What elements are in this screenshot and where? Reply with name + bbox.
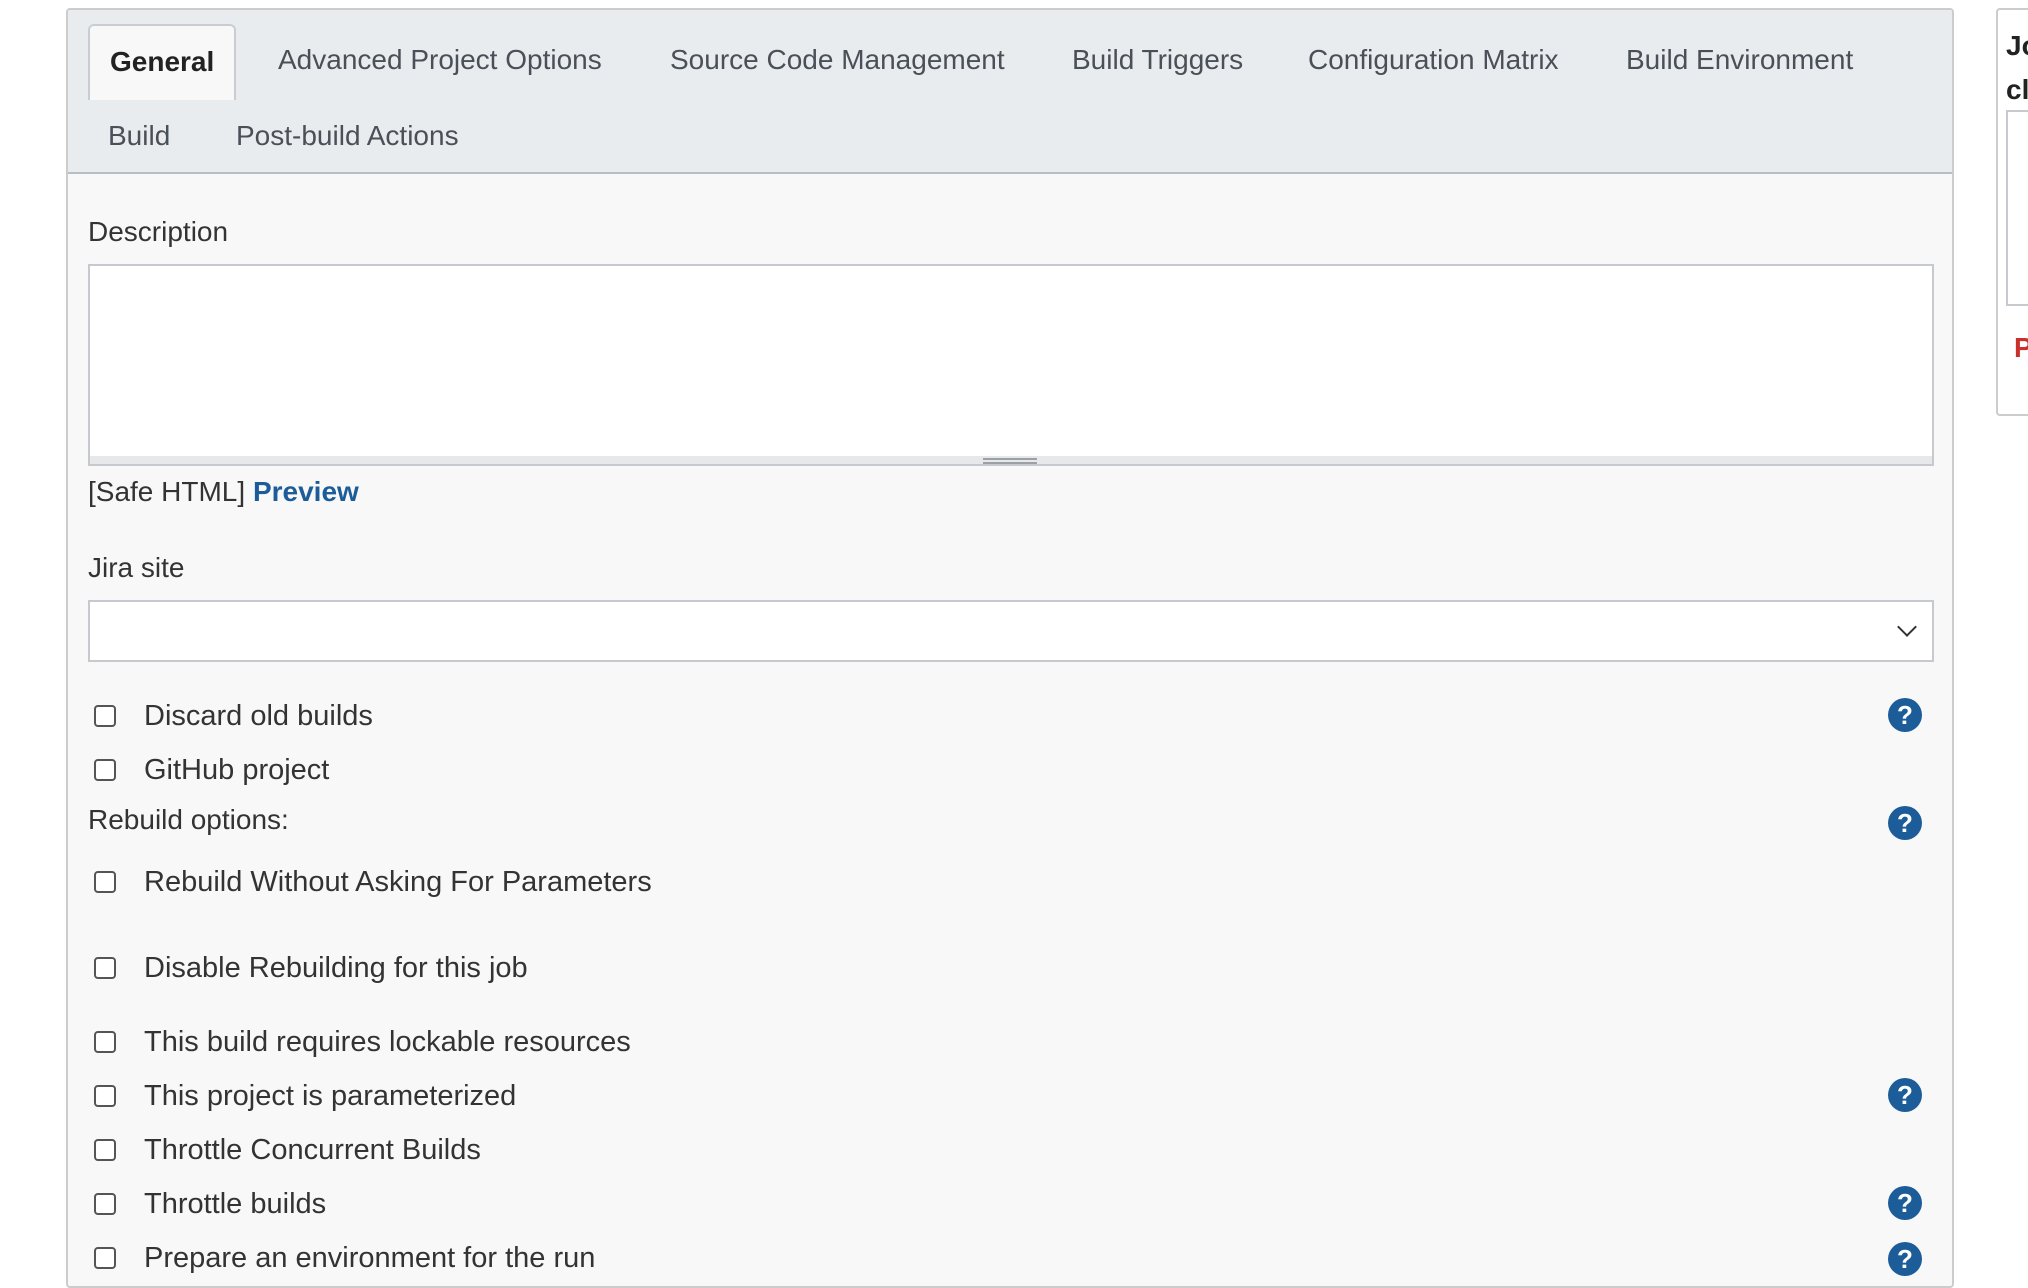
throttle-concurrent-label: Throttle Concurrent Builds	[144, 1133, 481, 1166]
discard-old-builds-checkbox[interactable]	[94, 705, 116, 727]
help-icon[interactable]: ?	[1888, 806, 1922, 840]
throttle-builds-option[interactable]: Throttle builds	[94, 1184, 326, 1224]
tab-post-build-actions[interactable]: Post-build Actions	[216, 100, 479, 172]
tab-advanced-project-options[interactable]: Advanced Project Options	[258, 24, 622, 96]
throttle-concurrent-checkbox[interactable]	[94, 1139, 116, 1161]
side-panel-error-text: P	[2014, 332, 2028, 364]
tab-build-environment[interactable]: Build Environment	[1606, 24, 1873, 96]
help-icon[interactable]: ?	[1888, 1186, 1922, 1220]
textarea-resize-handle[interactable]	[88, 456, 1934, 466]
rebuild-without-asking-label: Rebuild Without Asking For Parameters	[144, 865, 652, 898]
rebuild-without-asking-option[interactable]: Rebuild Without Asking For Parameters	[94, 862, 652, 902]
prepare-environment-checkbox[interactable]	[94, 1247, 116, 1269]
tab-build[interactable]: Build	[88, 100, 190, 172]
help-icon[interactable]: ?	[1888, 1078, 1922, 1112]
config-panel: General Advanced Project Options Source …	[66, 8, 1954, 1288]
parameterized-checkbox[interactable]	[94, 1085, 116, 1107]
safe-html-label: [Safe HTML]	[88, 476, 246, 507]
jira-site-label: Jira site	[88, 552, 185, 583]
prepare-environment-label: Prepare an environment for the run	[144, 1241, 596, 1274]
disable-rebuilding-label: Disable Rebuilding for this job	[144, 951, 528, 984]
chevron-down-icon	[1897, 617, 1917, 637]
lockable-resources-label: This build requires lockable resources	[144, 1025, 631, 1058]
grip-icon	[983, 458, 1037, 464]
discard-old-builds-label: Discard old builds	[144, 699, 373, 732]
help-icon[interactable]: ?	[1888, 1242, 1922, 1276]
throttle-builds-checkbox[interactable]	[94, 1193, 116, 1215]
tab-build-triggers[interactable]: Build Triggers	[1052, 24, 1263, 96]
lockable-resources-option[interactable]: This build requires lockable resources	[94, 1022, 631, 1062]
side-panel-card: Jo cl P	[1996, 8, 2028, 416]
disable-rebuilding-option[interactable]: Disable Rebuilding for this job	[94, 948, 528, 988]
rebuild-options-heading: Rebuild options:	[88, 804, 289, 835]
side-panel-title: Jo cl	[2006, 24, 2028, 112]
disable-rebuilding-checkbox[interactable]	[94, 957, 116, 979]
side-panel-title-line1: Jo	[2006, 30, 2028, 61]
tab-source-code-management[interactable]: Source Code Management	[650, 24, 1025, 96]
jira-site-select[interactable]	[88, 600, 1934, 662]
tab-bar: General Advanced Project Options Source …	[68, 10, 1952, 174]
discard-old-builds-option[interactable]: Discard old builds	[94, 696, 373, 736]
description-label: Description	[88, 216, 229, 247]
description-textarea[interactable]	[88, 264, 1934, 464]
side-panel-textbox[interactable]	[2006, 110, 2028, 306]
preview-link[interactable]: Preview	[253, 476, 359, 507]
tab-general[interactable]: General	[88, 24, 237, 100]
lockable-resources-checkbox[interactable]	[94, 1031, 116, 1053]
github-project-checkbox[interactable]	[94, 759, 116, 781]
throttle-concurrent-option[interactable]: Throttle Concurrent Builds	[94, 1130, 481, 1170]
tab-configuration-matrix[interactable]: Configuration Matrix	[1288, 24, 1579, 96]
rebuild-without-asking-checkbox[interactable]	[94, 871, 116, 893]
help-icon[interactable]: ?	[1888, 698, 1922, 732]
github-project-label: GitHub project	[144, 753, 330, 786]
safe-html-note: [Safe HTML] Preview	[88, 476, 359, 508]
github-project-option[interactable]: GitHub project	[94, 750, 329, 790]
side-panel-title-line2: cl	[2006, 74, 2028, 105]
throttle-builds-label: Throttle builds	[144, 1187, 327, 1220]
prepare-environment-option[interactable]: Prepare an environment for the run	[94, 1238, 595, 1278]
parameterized-label: This project is parameterized	[144, 1079, 517, 1112]
parameterized-option[interactable]: This project is parameterized	[94, 1076, 516, 1116]
